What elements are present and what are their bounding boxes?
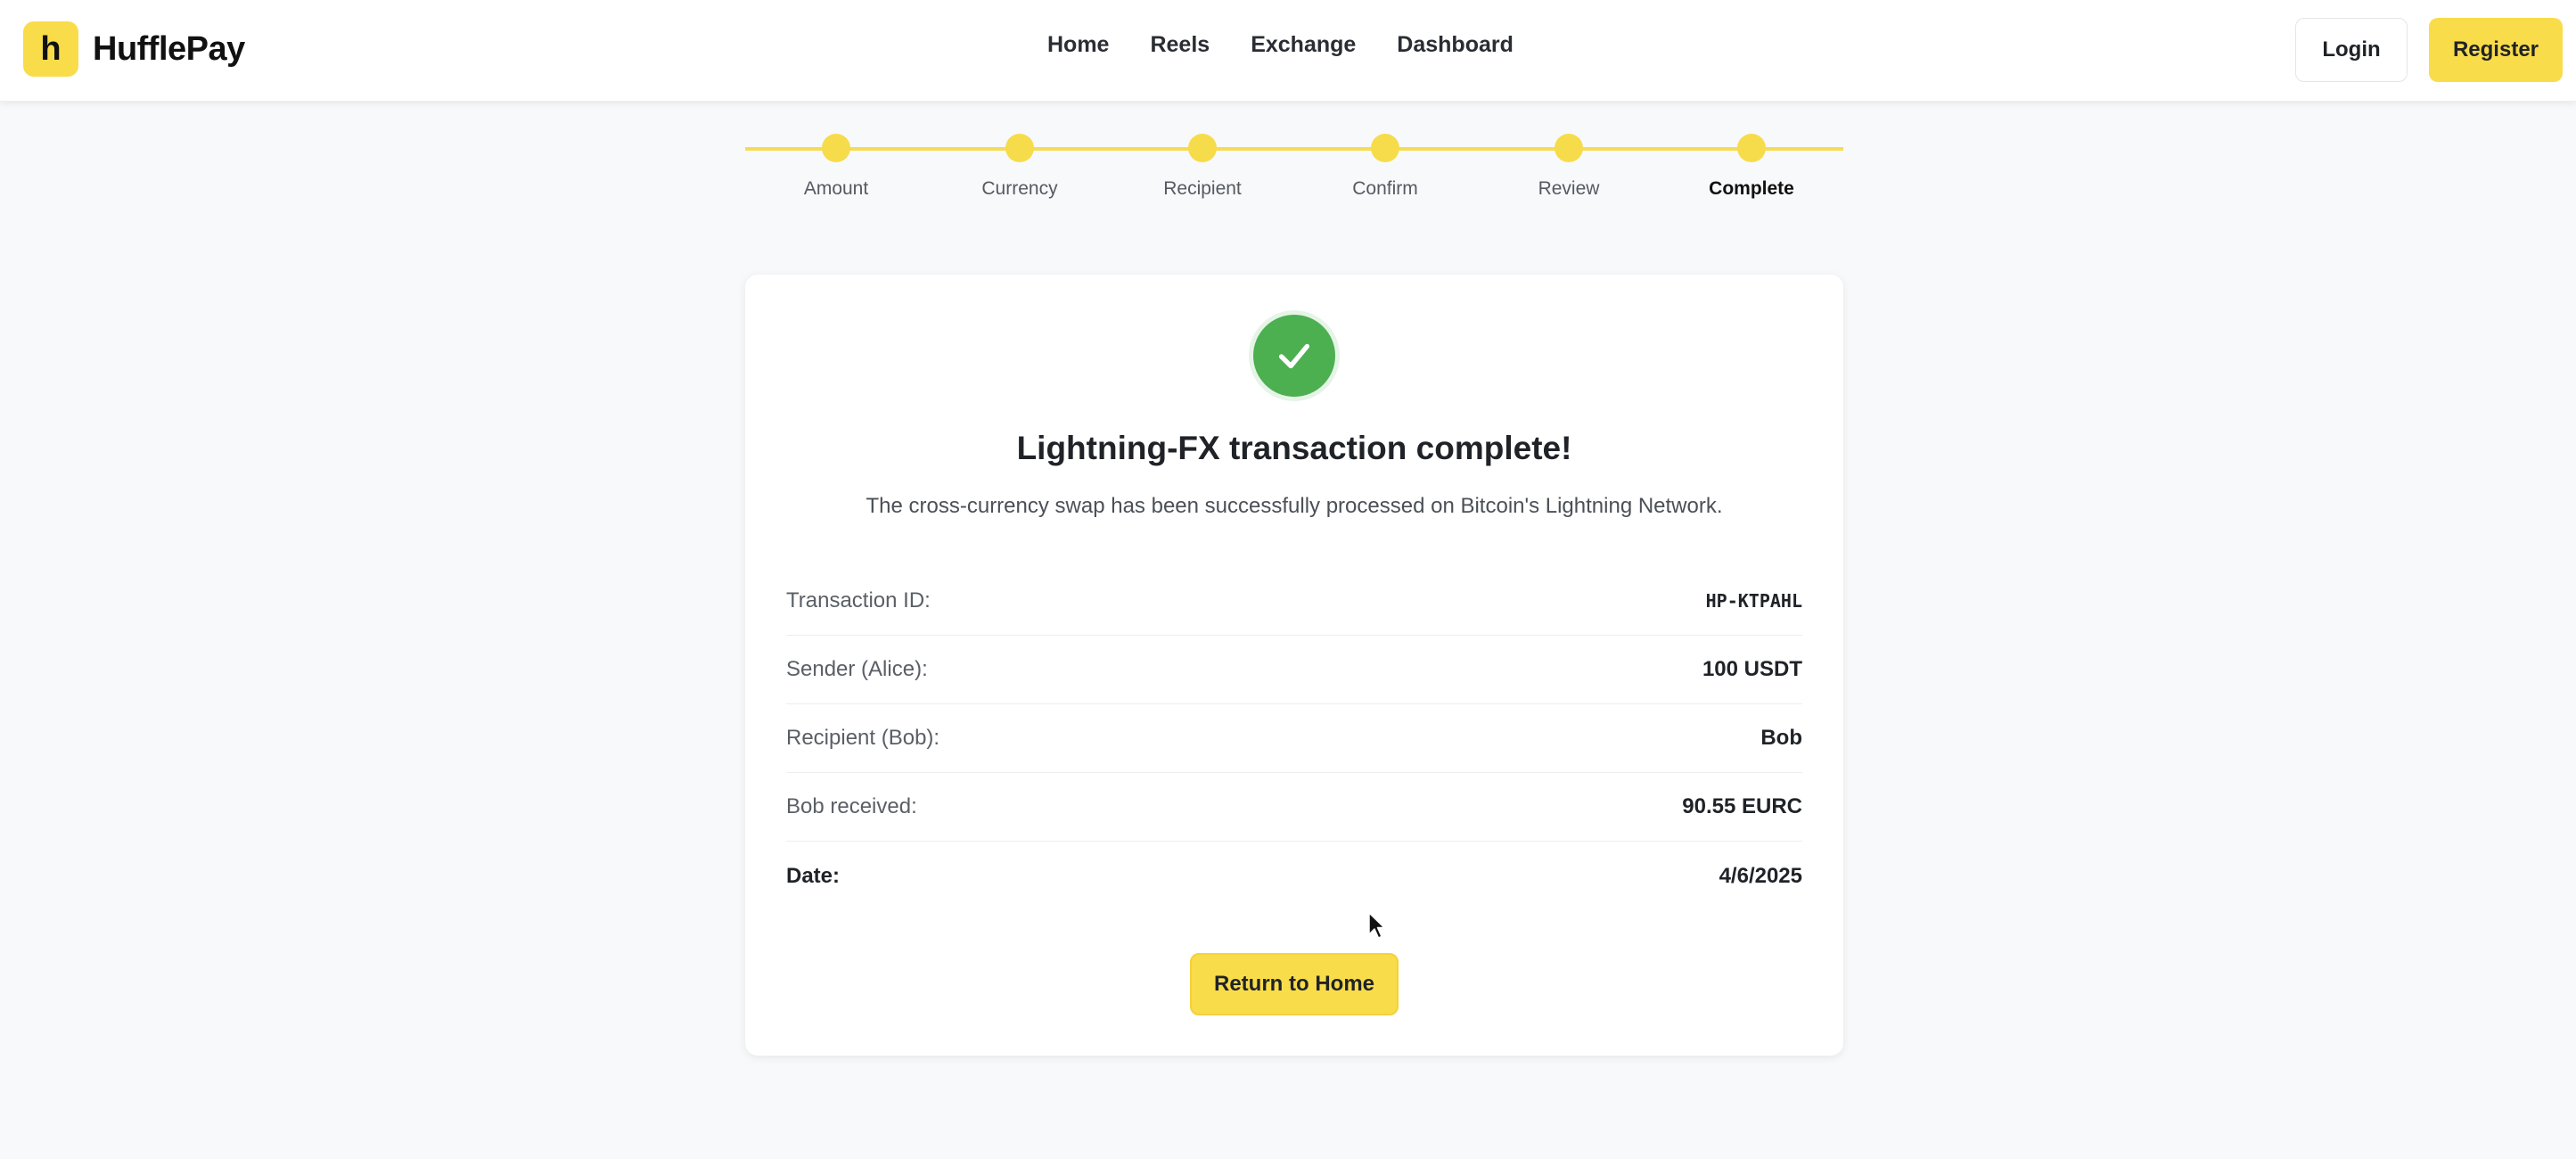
step-label: Amount — [803, 178, 869, 199]
step-dot — [1005, 134, 1034, 162]
transaction-details: Transaction ID: HP-KTPAHL Sender (Alice)… — [786, 567, 1802, 910]
step-dot — [822, 134, 850, 162]
detail-label: Sender (Alice): — [786, 657, 928, 681]
top-nav-bar: h HufflePay Home Reels Exchange Dashboar… — [0, 0, 2576, 102]
step-label: Confirm — [1352, 178, 1418, 199]
detail-row-transaction-id: Transaction ID: HP-KTPAHL — [786, 567, 1802, 636]
register-button[interactable]: Register — [2429, 18, 2563, 82]
mouse-cursor-icon — [1368, 912, 1385, 939]
detail-label: Recipient (Bob): — [786, 726, 940, 750]
check-icon — [1278, 343, 1310, 369]
detail-row-recipient: Recipient (Bob): Bob — [786, 704, 1802, 773]
brand-name: HufflePay — [93, 29, 245, 68]
detail-value: HP-KTPAHL — [1705, 590, 1802, 612]
step-dot — [1555, 134, 1583, 162]
login-button[interactable]: Login — [2295, 18, 2408, 82]
logo-mark-icon: h — [23, 21, 78, 77]
step-label: Review — [1538, 178, 1600, 199]
step-dot — [1371, 134, 1399, 162]
detail-value: Bob — [1760, 726, 1802, 750]
detail-label: Transaction ID: — [786, 588, 931, 612]
step-confirm: Confirm — [1296, 130, 1474, 200]
step-label: Currency — [981, 178, 1058, 199]
nav-dashboard[interactable]: Dashboard — [1397, 32, 1514, 58]
step-currency: Currency — [931, 130, 1109, 200]
detail-value: 90.55 EURC — [1682, 794, 1802, 818]
detail-row-received: Bob received: 90.55 EURC — [786, 773, 1802, 842]
step-amount: Amount — [747, 130, 925, 200]
step-label: Recipient — [1163, 178, 1242, 199]
step-recipient: Recipient — [1113, 130, 1292, 200]
step-complete: Complete — [1662, 130, 1841, 200]
step-dot — [1737, 134, 1766, 162]
nav-reels[interactable]: Reels — [1150, 32, 1210, 58]
detail-label: Date: — [786, 863, 841, 888]
progress-stepper: Amount Currency Recipient Confirm Review… — [745, 130, 1843, 210]
transaction-complete-card: Lightning-FX transaction complete! The c… — [745, 275, 1843, 1056]
detail-row-sender: Sender (Alice): 100 USDT — [786, 636, 1802, 704]
detail-value: 4/6/2025 — [1719, 863, 1802, 888]
nav-home[interactable]: Home — [1047, 32, 1109, 58]
page-title: Lightning-FX transaction complete! — [1016, 430, 1572, 466]
return-home-button[interactable]: Return to Home — [1190, 953, 1399, 1015]
step-label: Complete — [1709, 178, 1794, 199]
success-message: The cross-currency swap has been success… — [866, 494, 1723, 518]
success-badge — [1253, 315, 1335, 397]
main-nav: Home Reels Exchange Dashboard — [1047, 32, 1514, 58]
brand-logo[interactable]: h HufflePay — [23, 21, 245, 77]
detail-value: 100 USDT — [1702, 657, 1802, 681]
nav-exchange[interactable]: Exchange — [1251, 32, 1356, 58]
detail-label: Bob received: — [786, 794, 917, 818]
step-review: Review — [1480, 130, 1658, 200]
step-dot — [1188, 134, 1217, 162]
detail-row-date: Date: 4/6/2025 — [786, 842, 1802, 910]
